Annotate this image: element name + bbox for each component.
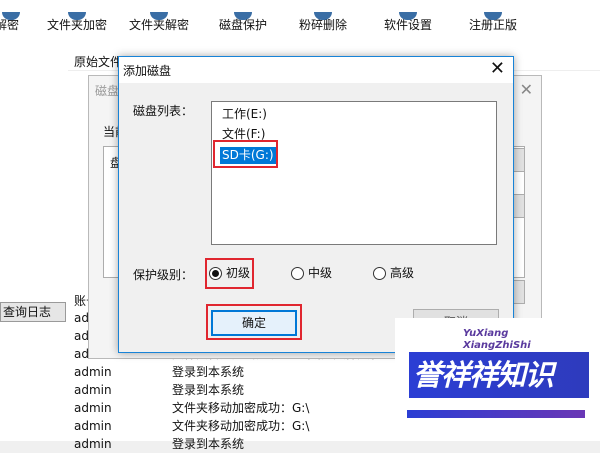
disk-protection-dialog-title: 磁盘	[95, 84, 120, 98]
toolbar-settings-button[interactable]: 软件设置	[381, 12, 435, 34]
disk-list-label: 磁盘列表：	[133, 104, 194, 118]
protection-level-label: 保护级别：	[133, 268, 194, 282]
watermark-logo: YuXiang XiangZhiShi 誉祥祥知识	[407, 328, 589, 438]
close-icon[interactable]: ✕	[490, 59, 505, 79]
watermark-chinese: 誉祥祥知识	[409, 352, 589, 398]
list-item-disk-e[interactable]: 工作(E:)	[220, 106, 269, 123]
toolbar: 解密 文件夹加密 文件夹解密 磁盘保护 粉碎删除 软件设置 注册正版	[0, 0, 600, 40]
disk-list[interactable]: 工作(E:) 文件(F:) SD卡(G:)	[211, 101, 497, 245]
watermark-pinyin-2: XiangZhiShi	[463, 340, 531, 351]
dialog-title: 添加磁盘	[123, 64, 172, 78]
toolbar-folder-decrypt-button[interactable]: 文件夹解密	[128, 12, 190, 34]
watermark: YuXiang XiangZhiShi 誉祥祥知识	[395, 318, 600, 441]
dialog-titlebar: 添加磁盘 ✕	[119, 57, 513, 83]
watermark-pinyin-1: YuXiang	[463, 328, 509, 339]
watermark-stripe	[407, 410, 585, 418]
toolbar-register-button[interactable]: 注册正版	[466, 12, 520, 34]
query-log-button[interactable]: 查询日志	[0, 302, 66, 322]
toolbar-folder-encrypt-button[interactable]: 文件夹加密	[46, 12, 108, 34]
radio-level-middle[interactable]: 中级	[291, 265, 332, 281]
radio-icon	[373, 267, 386, 280]
radio-level-high[interactable]: 高级	[373, 265, 414, 281]
highlight-box-disk	[213, 140, 278, 168]
radio-icon	[291, 267, 304, 280]
original-file-column-header[interactable]: 原始文件	[74, 53, 122, 70]
toolbar-disk-protect-button[interactable]: 磁盘保护	[218, 12, 268, 34]
close-icon[interactable]: ✕	[520, 80, 533, 99]
toolbar-decrypt-button[interactable]: 解密	[0, 12, 22, 34]
toolbar-shred-button[interactable]: 粉碎删除	[296, 12, 350, 34]
highlight-box-level	[205, 258, 254, 289]
left-pane: 查询日志	[0, 40, 69, 441]
highlight-box-ok	[206, 304, 302, 340]
